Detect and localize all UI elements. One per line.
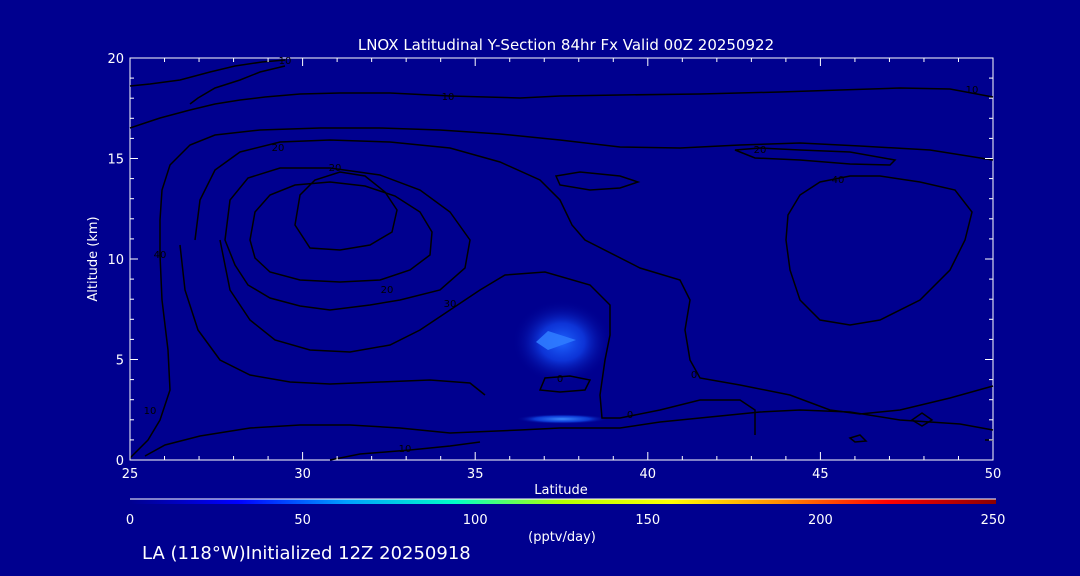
x-tick-label: 30 [294, 467, 311, 482]
colorbar-ticks: 0 50 100 150 200 250 [126, 513, 1006, 528]
contour-line [848, 434, 868, 443]
colorbar-tick-label: 150 [635, 513, 660, 528]
contour-label: 30 [444, 299, 457, 310]
colorbar-tick-label: 200 [808, 513, 833, 528]
colorbar-tick-label: 100 [463, 513, 488, 528]
contour-label: 20 [754, 145, 767, 156]
y-axis: 0 5 10 15 20 [107, 52, 993, 469]
contour-line [910, 412, 934, 427]
x-axis-label: Latitude [534, 483, 588, 498]
contour-line [224, 167, 471, 311]
contour-label: 0 [691, 370, 697, 381]
colorbar [130, 499, 996, 504]
contour-label: 10 [966, 85, 979, 96]
contour-label: 10 [144, 406, 157, 417]
contour-line [129, 87, 994, 129]
lnox-band-lower [516, 414, 608, 424]
x-tick-label: 35 [467, 467, 484, 482]
contour-lines [129, 59, 994, 461]
contour-label: 10 [399, 444, 412, 455]
y-tick-label: 20 [107, 52, 124, 67]
x-tick-label: 50 [985, 467, 1002, 482]
contour-line [249, 181, 433, 283]
x-tick-label: 45 [812, 467, 829, 482]
contour-label: 10 [279, 56, 292, 67]
contour-label: 0 [627, 410, 633, 421]
contour-line [129, 127, 994, 459]
contour-line [785, 175, 973, 326]
contour-label: 20 [272, 143, 285, 154]
y-tick-label: 5 [116, 354, 124, 369]
contour-label: 40 [832, 175, 845, 186]
y-tick-label: 10 [107, 253, 124, 268]
contour-line [554, 171, 641, 191]
contour-line [219, 239, 756, 435]
contour-label: 40 [154, 250, 167, 261]
colorbar-tick-label: 0 [126, 513, 134, 528]
contour-label: 20 [381, 285, 394, 296]
plot-frame [129, 57, 994, 461]
contour-line [189, 65, 286, 105]
contour-line [129, 59, 286, 87]
chart-title: LNOX Latitudinal Y-Section 84hr Fx Valid… [358, 36, 774, 54]
x-tick-label: 40 [640, 467, 657, 482]
contour-label: 10 [442, 92, 455, 103]
lnox-chart: LNOX Latitudinal Y-Section 84hr Fx Valid… [86, 36, 1006, 545]
colorbar-tick-label: 250 [981, 513, 1006, 528]
contour-label: 0 [557, 374, 563, 385]
footer-text: LA (118°W)Initialized 12Z 20250918 [142, 543, 471, 564]
colorbar-tick-label: 50 [294, 513, 311, 528]
shaded-features [512, 300, 612, 424]
y-axis-label: Altitude (km) [86, 216, 101, 301]
contour-labels: 10 10 20 20 20 30 40 10 10 20 40 0 0 0 10 [144, 56, 979, 455]
x-tick-label: 25 [122, 467, 139, 482]
contour-label: 20 [329, 163, 342, 174]
y-tick-label: 15 [107, 153, 124, 168]
colorbar-label: (pptv/day) [528, 530, 596, 545]
y-tick-label: 0 [116, 454, 124, 469]
